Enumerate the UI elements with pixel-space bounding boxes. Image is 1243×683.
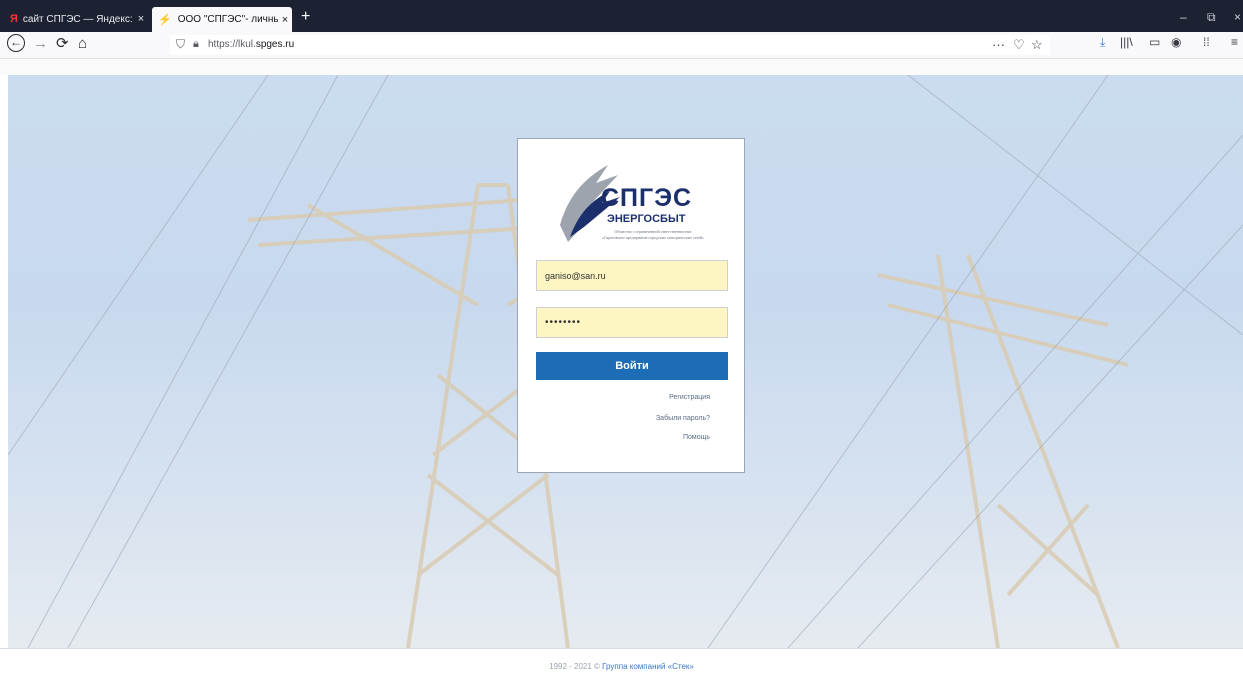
library-icon[interactable]: |||\: [1120, 35, 1133, 49]
login-card: СПГЭС ЭНЕРГОСБЫТ Общество с ограниченной…: [517, 138, 745, 473]
close-tab-icon[interactable]: ×: [278, 14, 292, 26]
yandex-favicon-icon: Я: [10, 13, 18, 25]
lock-icon[interactable]: 🔒︎: [193, 38, 199, 51]
help-link[interactable]: Помощь: [683, 434, 710, 441]
legal-line-2: «Саратовское предприятие городских элект…: [601, 235, 705, 240]
restore-icon[interactable]: ⧉: [1207, 10, 1216, 25]
company-group-link[interactable]: Группа компаний «Стек»: [602, 662, 694, 671]
forgot-password-link[interactable]: Забыли пароль?: [656, 415, 710, 422]
brand-name: СПГЭС: [601, 184, 693, 212]
tab-spges-cabinet[interactable]: ⚡ ООО "СПГЭС"- личный кабин ×: [152, 7, 292, 32]
window-close-icon[interactable]: ×: [1234, 10, 1241, 24]
tab-label: ООО "СПГЭС"- личный кабин: [177, 14, 278, 25]
tracking-shield-icon[interactable]: ⛉: [176, 37, 185, 52]
browser-titlebar: Я сайт СПГЭС — Яндекс: нашлс × ⚡ ООО "СП…: [0, 0, 1243, 32]
url-text[interactable]: https://lkul.spges.ru: [208, 39, 294, 50]
login-button[interactable]: Войти: [536, 352, 728, 380]
legal-line-1: Общество с ограниченной ответственностью: [614, 229, 692, 234]
tab-yandex-search[interactable]: Я сайт СПГЭС — Яндекс: нашлс ×: [10, 9, 148, 29]
forward-icon[interactable]: →: [33, 35, 48, 53]
sidebar-icon[interactable]: ▭: [1149, 35, 1160, 49]
page-top-strip: [0, 59, 1243, 75]
reload-icon[interactable]: ⟳: [56, 35, 69, 53]
page-footer: 1992 - 2021 © Группа компаний «Стек»: [0, 648, 1243, 683]
new-tab-button[interactable]: +: [301, 9, 310, 25]
downloads-icon[interactable]: ⤓: [1100, 35, 1105, 50]
extensions-icon[interactable]: ⁞⁞: [1203, 35, 1210, 49]
brand-subtitle: ЭНЕРГОСБЫТ: [607, 213, 686, 225]
more-actions-icon[interactable]: ···: [992, 37, 1005, 52]
minimize-icon[interactable]: –: [1180, 10, 1187, 24]
browser-navbar: ← → ⟳ ⌂ ⛉ 🔒︎ https://lkul.spges.ru ··· ♡…: [0, 32, 1243, 59]
pocket-icon[interactable]: ♡: [1013, 37, 1025, 53]
menu-icon[interactable]: ≡: [1231, 35, 1238, 49]
close-tab-icon[interactable]: ×: [134, 13, 148, 25]
back-icon[interactable]: ←: [7, 34, 25, 52]
bookmark-star-icon[interactable]: ☆: [1031, 37, 1043, 53]
account-icon[interactable]: ◉: [1171, 35, 1181, 49]
register-link[interactable]: Регистрация: [669, 394, 710, 401]
spges-favicon-icon: ⚡: [158, 14, 172, 26]
tab-label: сайт СПГЭС — Яндекс: нашлс: [22, 13, 134, 25]
login-field[interactable]: ganiso@san.ru: [536, 260, 728, 291]
password-field[interactable]: ••••••••: [536, 307, 728, 338]
address-bar[interactable]: ⛉ 🔒︎ https://lkul.spges.ru ··· ♡ ☆: [170, 35, 1050, 55]
home-icon[interactable]: ⌂: [78, 35, 87, 53]
copyright-text: 1992 - 2021 ©: [549, 662, 603, 671]
